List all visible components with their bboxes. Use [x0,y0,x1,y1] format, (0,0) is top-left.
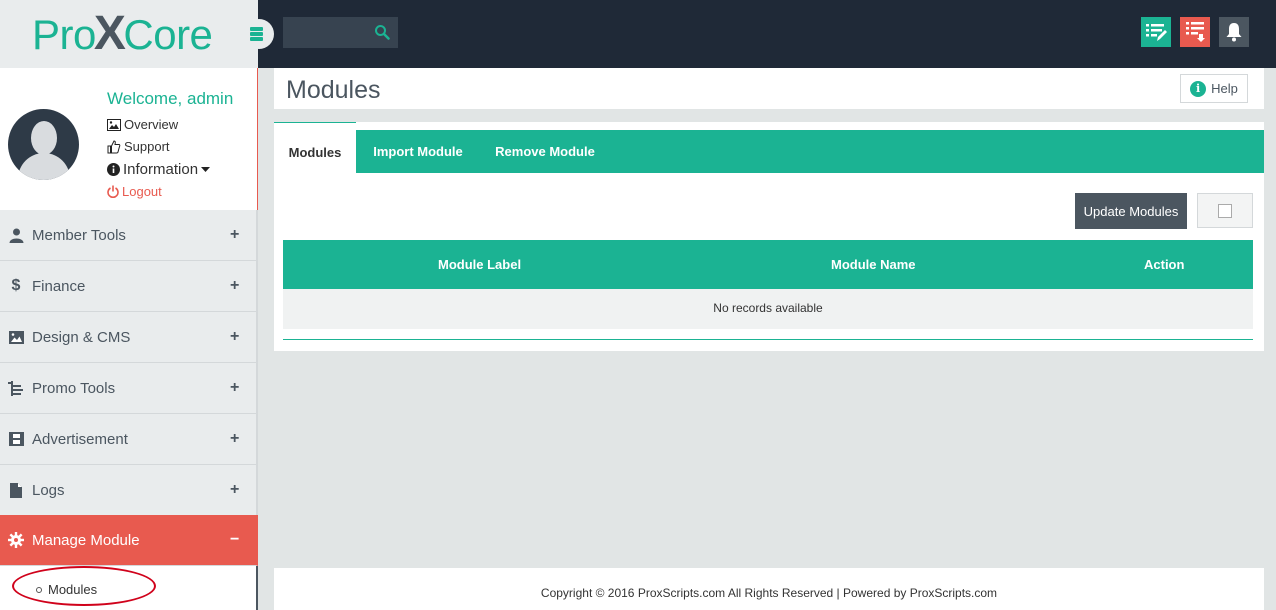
info-icon: i [1190,80,1207,97]
caret-down-icon [201,166,211,172]
download-list-button[interactable] [1180,17,1210,47]
update-modules-button[interactable]: Update Modules [1075,193,1187,229]
search-input[interactable] [283,17,398,48]
information-label: Information [123,161,199,178]
help-label: Help [1211,81,1238,96]
table-header: Module Label Module Name Action [283,240,1253,289]
tab-remove-module[interactable]: Remove Module [487,130,603,173]
sidebar-item-manage-module[interactable]: Manage Module − [0,515,258,566]
sidebar-item-promo-tools[interactable]: Promo Tools + [0,363,258,414]
logo-text-x: X [93,7,126,60]
dollar-icon: $ [11,277,21,294]
column-header-module-name[interactable]: Module Name [831,257,916,272]
welcome-text: Welcome, admin [107,89,234,108]
select-all-checkbox-wrapper[interactable] [1197,193,1253,228]
user-icon [8,227,24,243]
sidebar-item-label: Promo Tools [32,379,116,397]
sidebar-toggle-button[interactable] [244,19,274,49]
avatar[interactable] [8,109,79,180]
page-title: Modules [286,76,381,104]
overview-label: Overview [124,117,179,132]
bell-icon [1226,23,1242,42]
support-label: Support [124,139,170,154]
logout-link[interactable]: Logout [107,184,162,199]
sidebar-item-label: Advertisement [32,430,128,448]
expand-icon: + [230,481,240,498]
page-header: Modules i Help [274,68,1264,109]
image-icon [8,329,24,345]
footer: Copyright © 2016 ProxScripts.com All Rig… [274,568,1264,610]
notifications-button[interactable] [1219,17,1249,47]
modules-panel: Modules Import Module Remove Module Upda… [274,122,1264,351]
tree-icon [8,380,24,396]
copyright-text: Copyright © 2016 ProxScripts.com All Rig… [540,586,998,600]
sidebar-item-design-cms[interactable]: Design & CMS + [0,312,258,363]
power-icon [107,185,119,198]
sidebar-item-advertisement[interactable]: Advertisement + [0,414,258,465]
sidebar-item-label: Manage Module [32,531,140,549]
collapse-icon: − [230,531,240,548]
expand-icon: + [230,226,240,243]
sidebar-item-logs[interactable]: Logs + [0,465,258,516]
edit-list-button[interactable] [1141,17,1171,47]
expand-icon: + [230,277,240,294]
overview-link[interactable]: Overview [107,117,178,132]
search-icon[interactable] [374,24,390,40]
info-icon [107,163,120,176]
film-icon [8,431,24,447]
image-icon [107,118,121,131]
tab-import-module[interactable]: Import Module [364,130,472,173]
download-list-icon [1186,22,1205,42]
divider [283,339,1253,340]
sidebar-item-member-tools[interactable]: Member Tools + [0,210,258,261]
file-icon [8,482,24,498]
sidebar-item-label: Logs [32,481,65,499]
top-navbar [258,0,1276,68]
select-all-checkbox[interactable] [1218,203,1232,218]
sidebar: Welcome, admin Overview Support Informat… [0,68,258,610]
column-header-module-label[interactable]: Module Label [438,257,521,272]
logo-text-right: Core [123,11,213,58]
logo-area: ProXCore [0,0,258,68]
edit-list-icon [1146,24,1167,41]
sidebar-item-label: Finance [32,277,86,295]
information-dropdown[interactable]: Information [107,161,211,178]
expand-icon: + [230,379,240,396]
help-button[interactable]: i Help [1180,74,1248,103]
thumbs-up-icon [107,139,121,153]
expand-icon: + [230,328,240,345]
logo[interactable]: ProXCore [32,7,213,60]
table-row: No records available [283,289,1253,329]
logout-label: Logout [122,184,162,199]
highlight-annotation [12,566,156,606]
column-header-action: Action [1144,257,1185,272]
gear-icon [8,532,24,548]
profile-panel: Welcome, admin Overview Support Informat… [0,68,258,216]
support-link[interactable]: Support [107,139,170,154]
expand-icon: + [230,430,240,447]
tab-modules[interactable]: Modules [274,122,356,173]
sidebar-item-finance[interactable]: $ Finance + [0,261,258,312]
logo-text-left: Pro [32,11,96,58]
tab-bar: Modules Import Module Remove Module [274,122,1264,173]
sidebar-item-label: Member Tools [32,226,126,244]
sidebar-item-label: Design & CMS [32,328,131,346]
empty-table-message: No records available [713,301,823,315]
